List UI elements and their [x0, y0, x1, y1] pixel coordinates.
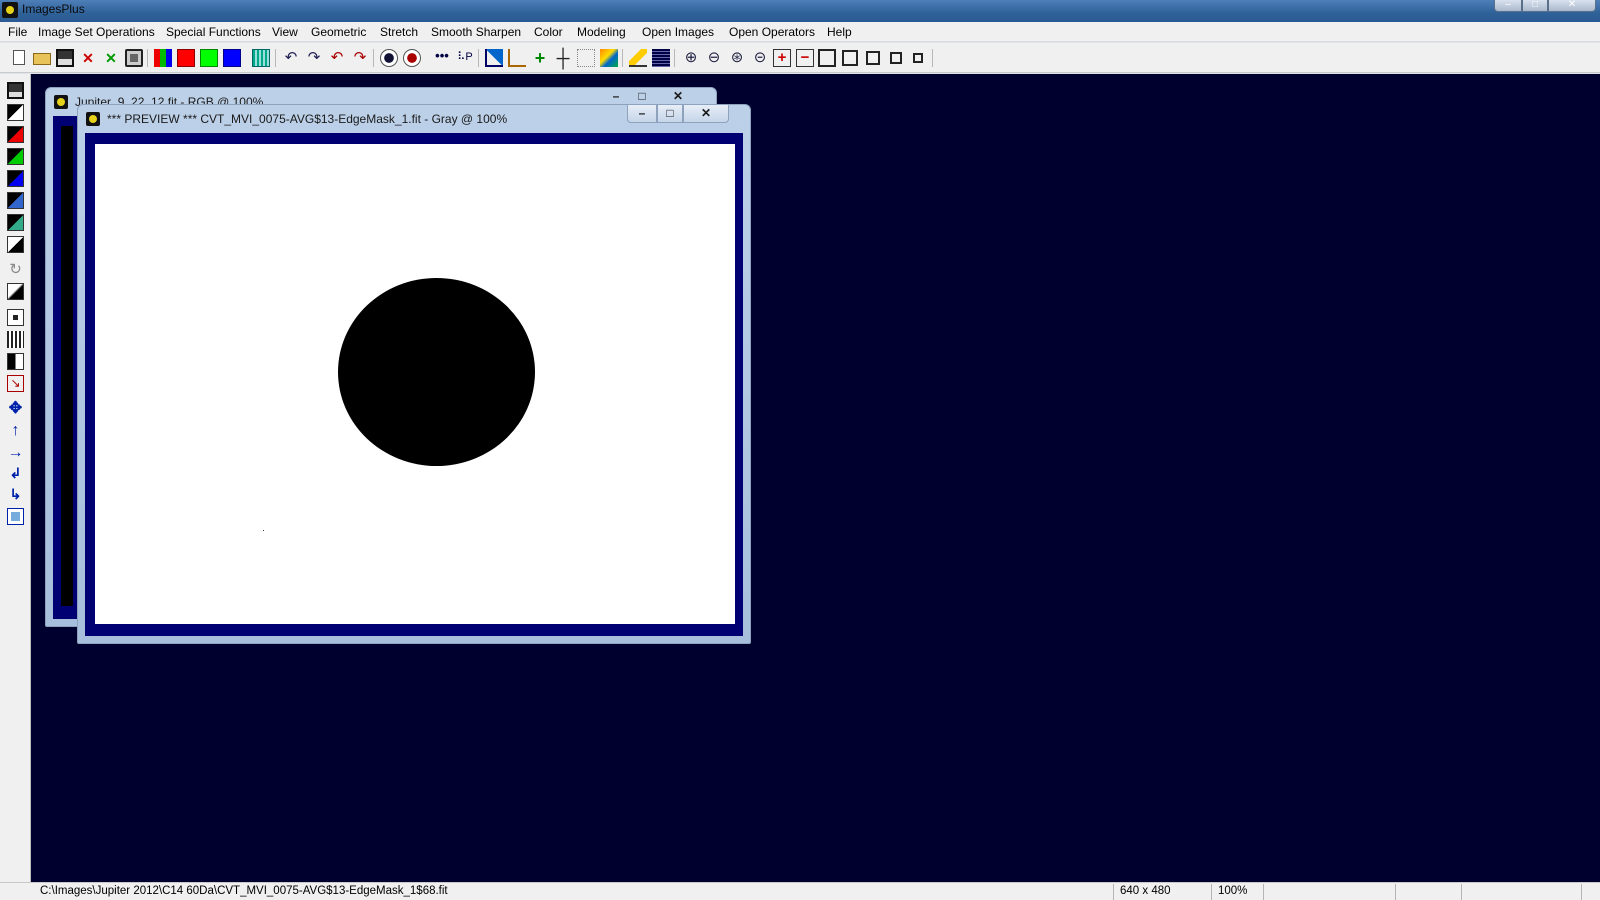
- green-channel-icon[interactable]: [200, 49, 218, 67]
- clockwise-icon[interactable]: ↻: [7, 261, 24, 278]
- menu-bar: File Image Set Operations Special Functi…: [0, 22, 1600, 42]
- window-title-bar[interactable]: *** PREVIEW *** CVT_MVI_0075-AVG$13-Edge…: [78, 105, 750, 131]
- close-button[interactable]: ✕: [1548, 0, 1596, 12]
- copy-icon[interactable]: [7, 508, 24, 525]
- minimize-button[interactable]: –: [627, 105, 657, 123]
- save-icon[interactable]: [56, 49, 74, 67]
- print-icon[interactable]: [125, 49, 143, 67]
- plus-icon[interactable]: +: [531, 49, 549, 67]
- blue-channel-icon[interactable]: [223, 49, 241, 67]
- status-zoom: 100%: [1212, 884, 1264, 900]
- main-toolbar: ✕ ✕ ↶ ↷ ↶ ↷ ••• ⠧P + ┼ ⊕ ⊖ ⊛ ⊝ + −: [0, 43, 1600, 73]
- status-file-path: C:\Images\Jupiter 2012\C14 60Da\CVT_MVI_…: [34, 884, 1114, 900]
- maximize-button[interactable]: □: [657, 105, 683, 123]
- image-canvas[interactable]: [85, 133, 743, 636]
- green-layer-icon[interactable]: [7, 148, 24, 165]
- image-edge: [61, 126, 73, 606]
- gradient-icon[interactable]: [7, 283, 24, 300]
- image-speck: [263, 530, 264, 531]
- menu-open-images[interactable]: Open Images: [642, 25, 714, 39]
- color-layer-icon[interactable]: [7, 214, 24, 231]
- planet-mask-disk: [338, 278, 535, 466]
- image-window-preview[interactable]: *** PREVIEW *** CVT_MVI_0075-AVG$13-Edge…: [77, 104, 751, 644]
- layer-icon[interactable]: [7, 104, 24, 121]
- redo-icon[interactable]: ↷: [305, 49, 323, 67]
- app-icon[interactable]: [2, 2, 18, 18]
- menu-help[interactable]: Help: [827, 25, 852, 39]
- marquee-icon[interactable]: [577, 49, 595, 67]
- app-title: ImagesPlus: [22, 2, 85, 16]
- frame-tiny-icon[interactable]: [909, 49, 927, 67]
- redo-all-icon[interactable]: ↷: [351, 49, 369, 67]
- menu-view[interactable]: View: [272, 25, 298, 39]
- status-dimensions: 640 x 480: [1114, 884, 1212, 900]
- frame-small-icon[interactable]: [864, 49, 882, 67]
- status-cell-empty-3: [1462, 884, 1582, 900]
- rotate-right-icon[interactable]: ↳: [7, 486, 24, 503]
- red-dot-icon[interactable]: [403, 49, 421, 67]
- frame-medium-icon[interactable]: [841, 49, 859, 67]
- star-mask-icon[interactable]: [380, 49, 398, 67]
- close-x-icon[interactable]: ✕: [79, 49, 97, 67]
- new-file-icon[interactable]: [10, 49, 28, 67]
- lines-icon[interactable]: [652, 49, 670, 67]
- zoom-in-icon[interactable]: ⊕: [682, 49, 700, 67]
- frame-xsmall-icon[interactable]: [887, 49, 905, 67]
- menu-modeling[interactable]: Modeling: [577, 25, 626, 39]
- status-cell-empty-1: [1264, 884, 1396, 900]
- pencil-icon[interactable]: [629, 49, 647, 67]
- rgb-layer-icon[interactable]: [7, 192, 24, 209]
- histogram-icon[interactable]: [485, 49, 503, 67]
- rotate-left-icon[interactable]: ↲: [7, 465, 24, 482]
- crosshair-icon[interactable]: ┼: [554, 49, 572, 67]
- grid-icon[interactable]: [252, 49, 270, 67]
- menu-stretch[interactable]: Stretch: [380, 25, 418, 39]
- status-cell-empty-2: [1396, 884, 1462, 900]
- maximize-button[interactable]: □: [1522, 0, 1548, 12]
- select-icon[interactable]: [7, 309, 24, 326]
- dots-icon[interactable]: •••: [433, 49, 451, 67]
- zoom-reset-icon[interactable]: ⊝: [751, 49, 769, 67]
- plot-icon[interactable]: ⠧P: [456, 49, 474, 67]
- up-arrow-icon[interactable]: ↑: [7, 422, 24, 439]
- levels-icon[interactable]: [7, 331, 24, 348]
- save-icon[interactable]: [7, 82, 24, 99]
- undo-all-icon[interactable]: ↶: [328, 49, 346, 67]
- zoom-fit-icon[interactable]: ⊛: [728, 49, 746, 67]
- zoom-out-icon[interactable]: ⊖: [705, 49, 723, 67]
- close-button[interactable]: ✕: [683, 105, 729, 123]
- red-channel-icon[interactable]: [177, 49, 195, 67]
- move-icon[interactable]: ✥: [7, 400, 24, 417]
- menu-image-set-operations[interactable]: Image Set Operations: [38, 25, 155, 39]
- menu-special-functions[interactable]: Special Functions: [166, 25, 261, 39]
- image-color-icon[interactable]: [600, 49, 618, 67]
- black-bar-icon[interactable]: [7, 353, 24, 370]
- undo-icon[interactable]: ↶: [282, 49, 300, 67]
- red-layer-icon[interactable]: [7, 126, 24, 143]
- window-icon: [86, 112, 100, 126]
- invert-icon[interactable]: [7, 236, 24, 253]
- open-folder-icon[interactable]: [33, 49, 51, 67]
- zoom-minus-icon[interactable]: −: [796, 49, 814, 67]
- axis-icon[interactable]: [508, 49, 526, 67]
- crop-arrow-icon[interactable]: ↘: [7, 375, 24, 392]
- left-toolbar: ↻ ↘ ✥ ↑ → ↲ ↳: [0, 74, 31, 882]
- right-arrow-icon[interactable]: →: [7, 444, 24, 461]
- menu-open-operators[interactable]: Open Operators: [729, 25, 815, 39]
- window-title: *** PREVIEW *** CVT_MVI_0075-AVG$13-Edge…: [107, 112, 508, 126]
- window-icon: [54, 95, 68, 109]
- minimize-button[interactable]: –: [1494, 0, 1522, 12]
- frame-large-icon[interactable]: [818, 49, 836, 67]
- menu-color[interactable]: Color: [534, 25, 563, 39]
- close-all-icon[interactable]: ✕: [102, 49, 120, 67]
- zoom-plus-icon[interactable]: +: [773, 49, 791, 67]
- rgb-channels-icon[interactable]: [154, 49, 172, 67]
- menu-smooth-sharpen[interactable]: Smooth Sharpen: [431, 25, 521, 39]
- blue-layer-icon[interactable]: [7, 170, 24, 187]
- edge-mask-image[interactable]: [95, 144, 735, 624]
- menu-file[interactable]: File: [8, 25, 27, 39]
- status-bar: C:\Images\Jupiter 2012\C14 60Da\CVT_MVI_…: [0, 882, 1600, 900]
- menu-geometric[interactable]: Geometric: [311, 25, 366, 39]
- app-title-bar: ImagesPlus – □ ✕: [0, 0, 1600, 22]
